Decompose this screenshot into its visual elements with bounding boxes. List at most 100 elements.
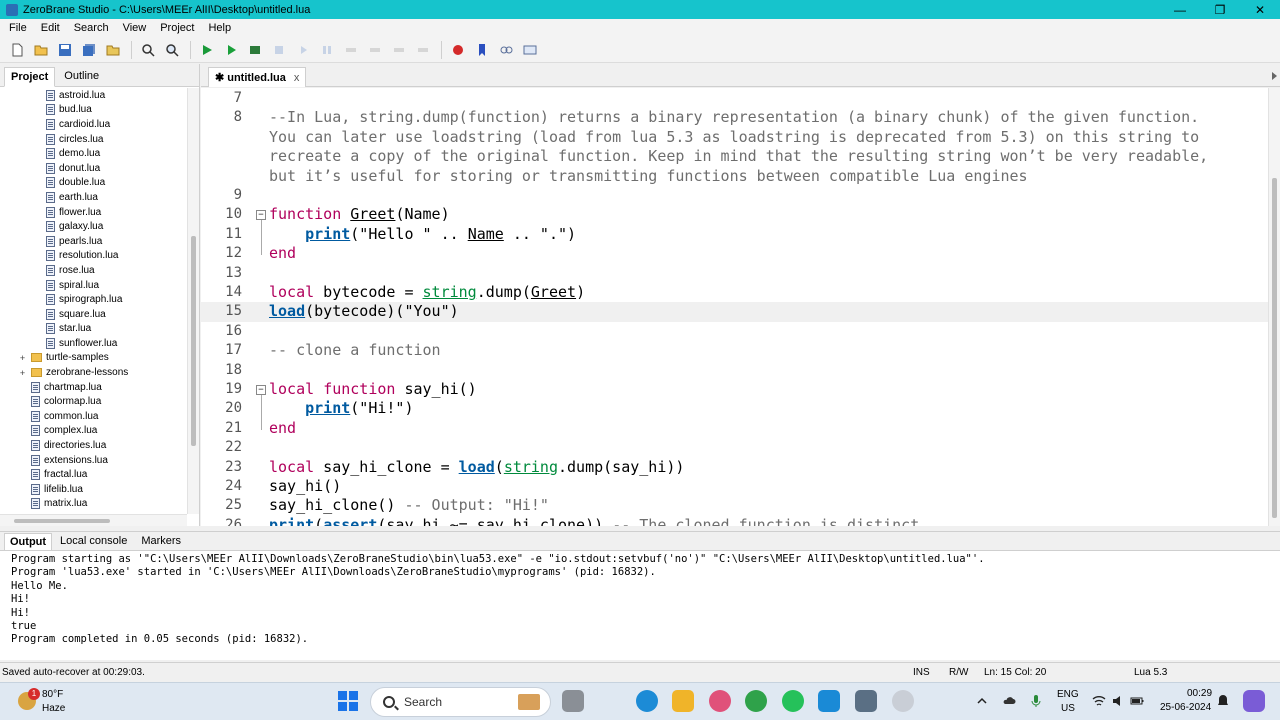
code-line[interactable]: You can later use loadstring (load from … [201,128,1268,147]
tab-untitled-lua[interactable]: ✱ untitled.lua x [208,67,307,87]
menu-edit[interactable]: Edit [34,22,67,34]
close-button[interactable]: ✕ [1240,0,1280,19]
break-button[interactable] [316,39,338,61]
tree-file[interactable]: donut.lua [0,161,187,176]
obs-recorder-icon[interactable] [892,690,914,712]
compile-button[interactable] [244,39,266,61]
minimize-button[interactable]: — [1160,0,1200,19]
code-line[interactable]: 24 say_hi() [201,477,1268,496]
expand-icon[interactable]: + [18,353,27,363]
edge-browser-icon[interactable] [636,690,658,712]
tree-file[interactable]: resolution.lua [0,249,187,264]
tab-scroll-right-icon[interactable] [1268,70,1280,82]
tree-file[interactable]: colormap.lua [0,394,187,409]
input-language-top[interactable]: ENG [1057,689,1079,700]
tree-file[interactable]: common.lua [0,409,187,424]
toggle-bookmark-button[interactable] [471,39,493,61]
tree-file[interactable]: complex.lua [0,424,187,439]
clock-date[interactable]: 25-06-2024 [1160,702,1211,713]
battery-icon[interactable] [1130,694,1144,708]
volume-icon[interactable] [1111,694,1125,708]
chrome-browser-icon[interactable] [745,690,767,712]
code-editor[interactable]: 7 8 --In Lua, string.dump(function) return… [201,88,1268,526]
favorites-app-icon[interactable] [709,690,731,712]
fold-marker-icon[interactable]: − [256,385,266,395]
new-file-button[interactable] [6,39,28,61]
run-debug-button[interactable] [196,39,218,61]
tree-file[interactable]: rose.lua [0,263,187,278]
step-into-button[interactable] [292,39,314,61]
step-out-button[interactable] [364,39,386,61]
taskbar-search-box[interactable]: Search [370,687,551,717]
code-line[interactable]: 10 − function Greet(Name) [201,205,1268,224]
watch-window-button[interactable] [519,39,541,61]
maximize-button[interactable]: ❐ [1200,0,1240,19]
tree-file[interactable]: double.lua [0,176,187,191]
tab-outline[interactable]: Outline [57,66,106,86]
tab-markers[interactable]: Markers [135,532,187,550]
tree-file[interactable]: spirograph.lua [0,292,187,307]
tree-file[interactable]: cardioid.lua [0,117,187,132]
weather-widget[interactable]: 1 80°F Haze [14,687,104,717]
tree-file[interactable]: astroid.lua [0,88,187,103]
tree-file[interactable]: square.lua [0,307,187,322]
tree-file[interactable]: lifelib.lua [0,482,187,497]
tree-file[interactable]: bud.lua [0,103,187,118]
copilot-icon[interactable] [1243,690,1265,712]
code-line[interactable]: 16 [201,322,1268,341]
tree-file[interactable]: fractal.lua [0,467,187,482]
tree-folder[interactable]: + zerobrane-lessons [0,365,187,380]
tree-file[interactable]: star.lua [0,322,187,337]
find-button[interactable] [137,39,159,61]
tree-file[interactable]: spiral.lua [0,278,187,293]
menu-project[interactable]: Project [153,22,201,34]
code-line[interactable]: 11 print("Hello " .. Name .. ".") [201,225,1268,244]
step-over-button[interactable] [340,39,362,61]
code-line[interactable]: 20 print("Hi!") [201,399,1268,418]
save-all-button[interactable] [78,39,100,61]
code-line[interactable]: 21 end [201,419,1268,438]
clock-time[interactable]: 00:29 [1187,688,1212,699]
store-icon[interactable] [672,690,694,712]
pinned-app-icon[interactable] [818,690,840,712]
tree-file[interactable]: directories.lua [0,438,187,453]
tree-folder[interactable]: + turtle-samples [0,351,187,366]
project-tree-horizontal-scrollbar[interactable] [0,514,187,526]
notifications-bell-icon[interactable] [1216,694,1230,708]
menu-view[interactable]: View [116,22,154,34]
tree-file[interactable]: flower.lua [0,205,187,220]
menu-search[interactable]: Search [67,22,116,34]
tree-file[interactable]: chartmap.lua [0,380,187,395]
code-line[interactable]: recreate a copy of the original function… [201,147,1268,166]
tree-file[interactable]: sunflower.lua [0,336,187,351]
code-line[interactable]: 22 [201,438,1268,457]
code-line[interactable]: 26 print(assert(say_hi ~= say_hi_clone)) … [201,516,1268,526]
project-dropdown-button[interactable] [102,39,124,61]
tree-file[interactable]: circles.lua [0,132,187,147]
task-view-icon[interactable] [562,690,584,712]
tree-file[interactable]: matrix.lua [0,497,187,512]
code-line[interactable]: 25 say_hi_clone() -- Output: "Hi!" [201,496,1268,515]
find-in-files-button[interactable] [161,39,183,61]
code-line[interactable]: 7 [201,89,1268,108]
project-tree-vertical-scrollbar[interactable] [187,88,199,514]
current-code-line[interactable]: 15 load(bytecode)("You") [201,302,1268,322]
whatsapp-icon[interactable] [782,690,804,712]
code-line[interactable]: 13 [201,264,1268,283]
run-to-cursor-button[interactable] [388,39,410,61]
tree-file[interactable]: galaxy.lua [0,219,187,234]
code-line[interactable]: 9 [201,186,1268,205]
stop-button[interactable] [268,39,290,61]
menu-file[interactable]: File [2,22,34,34]
code-line[interactable]: 19 − local function say_hi() [201,380,1268,399]
code-line[interactable]: 14 local bytecode = string.dump(Greet) [201,283,1268,302]
start-button[interactable] [338,691,358,711]
code-line[interactable]: 17 -- clone a function [201,341,1268,360]
code-line[interactable]: 23 local say_hi_clone = load(string.dump(… [201,458,1268,477]
tree-file[interactable]: demo.lua [0,146,187,161]
code-line[interactable]: 18 [201,361,1268,380]
tab-output[interactable]: Output [4,533,53,551]
scrollbar-thumb[interactable] [1272,178,1277,518]
open-file-button[interactable] [30,39,52,61]
reload-button[interactable] [412,39,434,61]
